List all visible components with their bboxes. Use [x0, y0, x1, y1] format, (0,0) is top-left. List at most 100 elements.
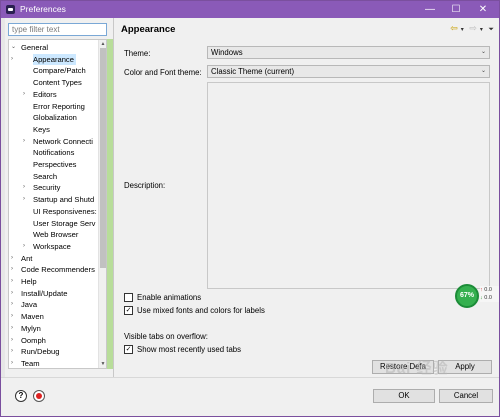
chevron-right-icon[interactable]: ›: [23, 136, 25, 148]
chevron-right-icon[interactable]: ›: [23, 194, 25, 206]
tree-item-label: Perspectives: [33, 160, 77, 169]
tree-item-label: UI Responsivenes:: [33, 206, 97, 216]
tree-scrollbar[interactable]: ▲ ▼: [98, 40, 106, 368]
tree-item[interactable]: › Network Connecti: [23, 136, 93, 148]
view-menu-icon[interactable]: ⏷: [488, 26, 494, 33]
tree-item[interactable]: ⌄ General: [11, 42, 48, 54]
description-box: [207, 82, 490, 289]
minimize-button[interactable]: —: [417, 1, 443, 18]
tree-item-label: Install/Update: [21, 288, 68, 298]
chevron-down-icon[interactable]: ⌄: [11, 42, 16, 54]
tree-item[interactable]: › Maven: [11, 311, 44, 323]
tree-item[interactable]: › Appearance: [11, 53, 76, 66]
chevron-right-icon[interactable]: ›: [11, 288, 13, 300]
tree-item-label: Search: [33, 171, 58, 181]
chevron-right-icon[interactable]: ›: [11, 323, 13, 335]
upload-arrow-icon: ↑: [480, 287, 483, 293]
record-macro-icon[interactable]: [33, 390, 45, 402]
chevron-right-icon[interactable]: ›: [23, 89, 25, 101]
tree-item-label: Network Connecti: [33, 136, 93, 146]
enable-animations-checkbox[interactable]: [124, 293, 133, 302]
tree-item[interactable]: Perspectives: [23, 159, 76, 171]
watermark: Bai 经验: [385, 360, 449, 377]
maximize-button[interactable]: ☐: [443, 1, 469, 18]
theme-select[interactable]: Windows ⌄: [207, 46, 490, 59]
scrollbar-thumb[interactable]: [100, 48, 106, 268]
chevron-right-icon[interactable]: ›: [11, 358, 13, 368]
tree-item[interactable]: › Install/Update: [11, 288, 67, 300]
download-speed: 0.0: [484, 295, 492, 301]
description-label: Description:: [124, 181, 166, 190]
ok-button[interactable]: OK: [373, 389, 435, 403]
tree-item[interactable]: › Workspace: [23, 241, 71, 253]
tree-item[interactable]: › Code Recommenders: [11, 264, 95, 276]
show-recent-tabs-label[interactable]: Show most recently used tabs: [137, 345, 241, 354]
tree-item-label: Code Recommenders: [21, 265, 95, 275]
upload-speed: 0.0: [484, 287, 492, 293]
tree-item-label: Team: [21, 358, 40, 368]
color-font-select[interactable]: Classic Theme (current) ⌄: [207, 65, 490, 78]
tree-item-label: Globalization: [33, 113, 77, 123]
tree-item[interactable]: UI Responsivenes:: [23, 206, 97, 218]
tree-item[interactable]: › Oomph: [11, 335, 46, 347]
mixed-fonts-label[interactable]: Use mixed fonts and colors for labels: [137, 306, 265, 315]
cancel-button[interactable]: Cancel: [439, 389, 493, 403]
color-font-label: Color and Font theme:: [124, 68, 202, 77]
mixed-fonts-checkbox[interactable]: ✓: [124, 306, 133, 315]
tree-item[interactable]: Notifications: [23, 147, 74, 159]
tree-item[interactable]: › Run/Debug: [11, 346, 59, 358]
chevron-right-icon[interactable]: ›: [11, 299, 13, 311]
scroll-down-arrow-icon[interactable]: ▼: [99, 360, 106, 368]
tree-item-label: Security: [33, 183, 61, 193]
scroll-up-arrow-icon[interactable]: ▲: [99, 40, 106, 48]
show-recent-tabs-checkbox[interactable]: ✓: [124, 345, 133, 354]
tree-item[interactable]: Content Types: [23, 77, 82, 89]
chevron-right-icon[interactable]: ›: [11, 311, 13, 323]
tree-item[interactable]: › Security: [23, 182, 60, 194]
tree-item[interactable]: › Editors: [23, 89, 57, 101]
appearance-page: Theme: Windows ⌄ Color and Font theme: C…: [114, 40, 500, 377]
left-edge: [1, 18, 5, 377]
tree-item[interactable]: User Storage Serv: [23, 218, 95, 230]
tree-item[interactable]: › Mylyn: [11, 323, 41, 335]
tree-item[interactable]: Error Reporting: [23, 101, 85, 113]
title-bar: Preferences — ☐ ✕: [1, 1, 499, 18]
chevron-right-icon[interactable]: ›: [11, 253, 13, 265]
visible-tabs-label: Visible tabs on overflow:: [124, 332, 208, 341]
filter-input[interactable]: type filter text: [8, 23, 107, 36]
page-navigation: ⇦ ▾ ⇨ ▾ ⏷: [447, 23, 494, 34]
tree-item-label: Compare/Patch: [33, 66, 86, 76]
forward-arrow-icon[interactable]: ⇨: [469, 23, 477, 33]
close-button[interactable]: ✕: [470, 1, 496, 18]
help-icon[interactable]: ?: [15, 390, 27, 402]
chevron-right-icon[interactable]: ›: [23, 241, 25, 253]
back-menu-icon[interactable]: ▾: [461, 27, 464, 33]
theme-value: Windows: [211, 48, 243, 57]
chevron-right-icon[interactable]: ›: [11, 335, 13, 347]
chevron-right-icon[interactable]: ›: [23, 182, 25, 194]
tree-item[interactable]: Globalization: [23, 112, 77, 124]
tree-item[interactable]: Keys: [23, 124, 50, 136]
chevron-right-icon[interactable]: ›: [11, 276, 13, 288]
tree-item[interactable]: Search: [23, 171, 57, 183]
tree-item-label: Maven: [21, 312, 44, 322]
tree-item[interactable]: › Team: [11, 358, 40, 368]
enable-animations-label[interactable]: Enable animations: [137, 293, 201, 302]
page-header: Appearance ⇦ ▾ ⇨ ▾ ⏷: [114, 18, 500, 40]
tree-item[interactable]: Compare/Patch: [23, 65, 86, 77]
memory-gauge[interactable]: 67%: [455, 284, 479, 308]
tree-item[interactable]: › Java: [11, 299, 37, 311]
forward-menu-icon[interactable]: ▾: [480, 27, 483, 33]
back-arrow-icon[interactable]: ⇦: [450, 23, 458, 33]
tree-item-label: Run/Debug: [21, 347, 60, 357]
tree-item[interactable]: › Help: [11, 276, 37, 288]
tree-item[interactable]: › Startup and Shutd: [23, 194, 94, 206]
tree-item-label: Notifications: [33, 148, 75, 158]
chevron-right-icon[interactable]: ›: [11, 346, 13, 358]
tree-item[interactable]: Web Browser: [23, 229, 78, 241]
tree-item[interactable]: › Ant: [11, 253, 32, 265]
tree-item-label: Help: [21, 277, 37, 286]
chevron-right-icon[interactable]: ›: [11, 54, 13, 66]
theme-label: Theme:: [124, 49, 151, 58]
chevron-right-icon[interactable]: ›: [11, 264, 13, 276]
